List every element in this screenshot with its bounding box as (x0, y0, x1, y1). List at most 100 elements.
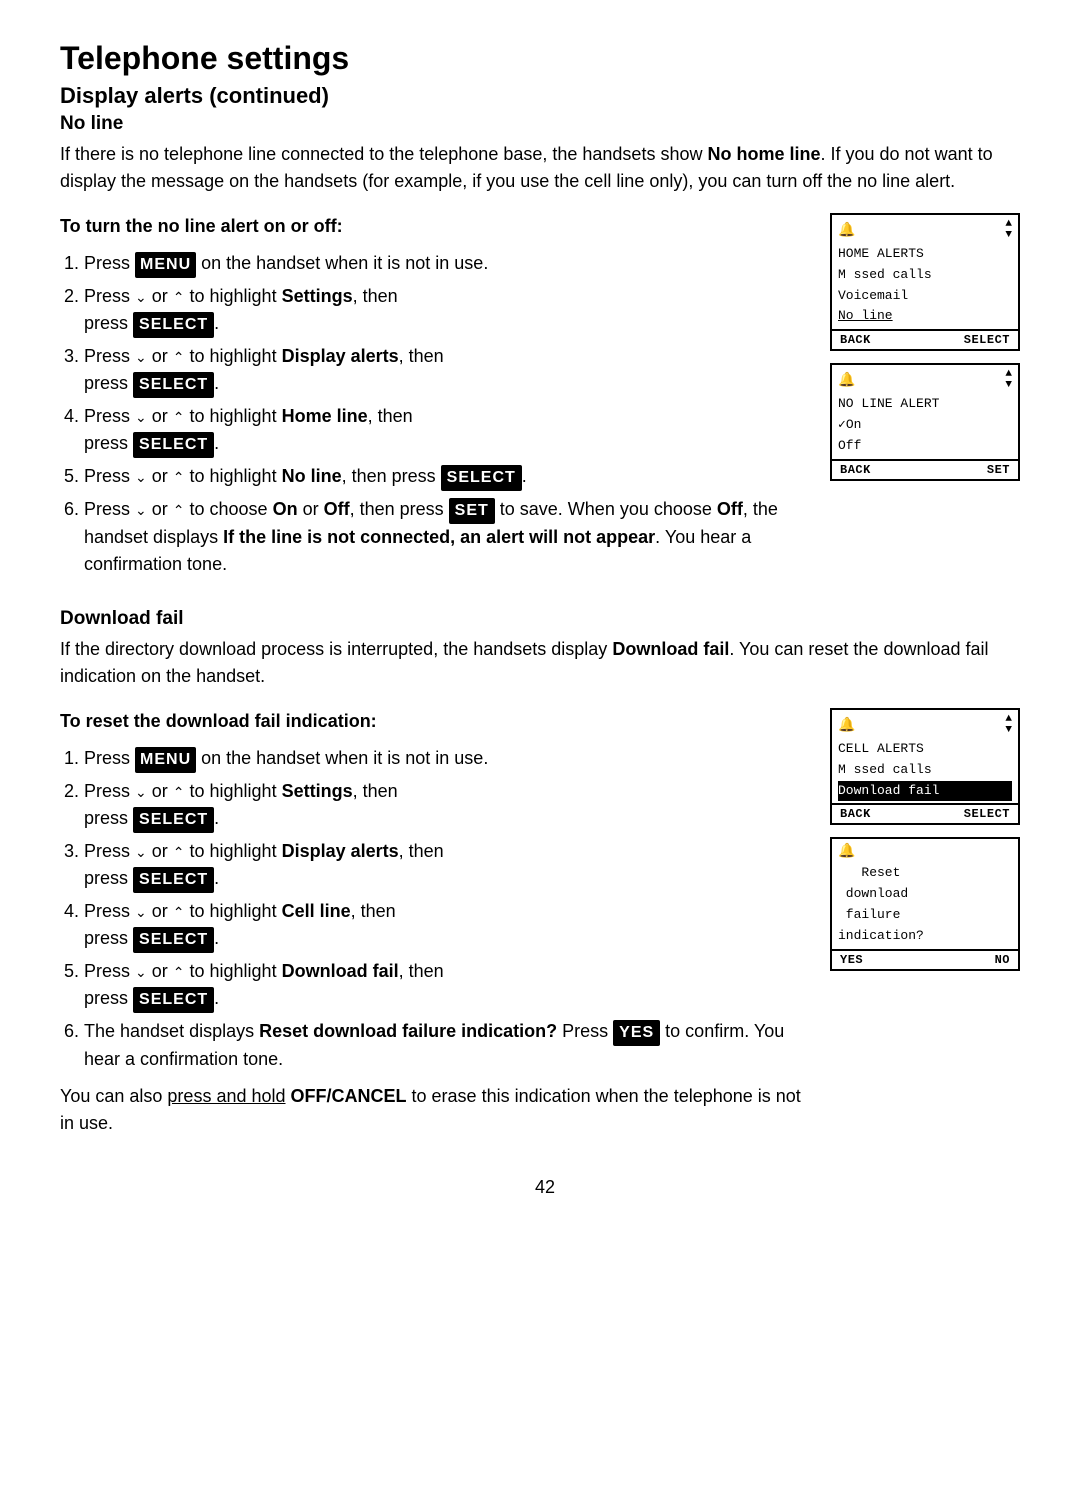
list-item: Press ⌄ or ⌃ to highlight No line, then … (84, 463, 810, 491)
yes-button-label: YES (840, 953, 863, 967)
arrow-up: ⌃ (173, 407, 185, 428)
arrow-down: ⌄ (135, 782, 147, 803)
back-button-label: BACK (840, 333, 871, 347)
arrow-up: ⌃ (173, 467, 185, 488)
download-fail-heading: Download fail (60, 608, 1030, 630)
screen-line: M ssed calls (838, 265, 1012, 286)
select-key: SELECT (133, 927, 214, 953)
screen-line: M ssed calls (838, 760, 1012, 781)
arrow-up: ⌃ (173, 500, 185, 521)
phone-screen-reset-download: 🔔 Reset download failure indication? YES… (830, 837, 1020, 970)
arrow-down-icon: ▼ (1005, 230, 1012, 241)
page-number: 42 (60, 1177, 1030, 1198)
bell-icon: 🔔 (838, 843, 855, 860)
off-cancel-text: OFF/CANCEL (291, 1086, 407, 1106)
download-fail-intro: If the directory download process is int… (60, 636, 1030, 690)
scroll-arrows: ▲ ▼ (1005, 714, 1012, 736)
no-line-steps-list: Press MENU on the handset when it is not… (84, 250, 810, 578)
scroll-arrows: ▲ ▼ (1005, 369, 1012, 391)
arrow-up: ⌃ (173, 962, 185, 983)
scroll-arrows: ▲ ▼ (1005, 219, 1012, 241)
arrow-down: ⌄ (135, 467, 147, 488)
screen-line-selected: Download fail (838, 781, 1012, 802)
download-fail-section: Download fail If the directory download … (60, 608, 1030, 690)
no-line-steps-text: To turn the no line alert on or off: Pre… (60, 213, 810, 588)
arrow-up: ⌃ (173, 782, 185, 803)
select-key: SELECT (133, 987, 214, 1013)
download-fail-screens: 🔔 ▲ ▼ CELL ALERTS M ssed calls Download … (830, 708, 1030, 1147)
no-line-section: No line If there is no telephone line co… (60, 113, 1030, 195)
screen-line: HOME ALERTS (838, 244, 1012, 265)
no-line-steps-section: To turn the no line alert on or off: Pre… (60, 213, 1030, 588)
arrow-up: ⌃ (173, 842, 185, 863)
arrow-down: ⌄ (135, 962, 147, 983)
arrow-down: ⌄ (135, 842, 147, 863)
no-line-subheading: To turn the no line alert on or off: (60, 216, 343, 236)
select-button-label: SELECT (964, 333, 1010, 347)
no-line-screens: 🔔 ▲ ▼ HOME ALERTS M ssed calls Voicemail… (830, 213, 1030, 588)
arrow-up: ⌃ (173, 347, 185, 368)
list-item: Press ⌄ or ⌃ to highlight Settings, then… (84, 283, 810, 338)
phone-screen-home-alerts: 🔔 ▲ ▼ HOME ALERTS M ssed calls Voicemail… (830, 213, 1020, 351)
arrow-down-icon: ▼ (1005, 725, 1012, 736)
page-title: Telephone settings (60, 40, 1030, 77)
bell-icon: 🔔 (838, 717, 855, 734)
phone-top-bar: 🔔 ▲ ▼ (838, 369, 1012, 391)
screen-line: failure (838, 905, 1012, 926)
phone-footer: BACK SET (832, 459, 1018, 479)
phone-footer: YES NO (832, 949, 1018, 969)
bell-icon: 🔔 (838, 372, 855, 389)
arrow-up: ⌃ (173, 287, 185, 308)
download-fail-steps-text: To reset the download fail indication: P… (60, 708, 810, 1147)
download-fail-steps-section: To reset the download fail indication: P… (60, 708, 1030, 1147)
menu-key: MENU (135, 747, 196, 773)
list-item: Press MENU on the handset when it is not… (84, 250, 810, 278)
screen-line: ✓On (838, 415, 1012, 436)
phone-screen-cell-alerts: 🔔 ▲ ▼ CELL ALERTS M ssed calls Download … (830, 708, 1020, 825)
list-item: The handset displays Reset download fail… (84, 1018, 810, 1073)
arrow-down: ⌄ (135, 902, 147, 923)
list-item: Press MENU on the handset when it is not… (84, 745, 810, 773)
list-item: Press ⌄ or ⌃ to highlight Home line, the… (84, 403, 810, 458)
select-key: SELECT (133, 432, 214, 458)
no-button-label: NO (995, 953, 1010, 967)
back-button-label: BACK (840, 807, 871, 821)
select-key: SELECT (133, 867, 214, 893)
no-line-intro: If there is no telephone line connected … (60, 141, 1030, 195)
footer-note: You can also press and hold OFF/CANCEL t… (60, 1083, 810, 1137)
screen-line: download (838, 884, 1012, 905)
list-item: Press ⌄ or ⌃ to highlight Settings, then… (84, 778, 810, 833)
arrow-down: ⌄ (135, 347, 147, 368)
list-item: Press ⌄ or ⌃ to choose On or Off, then p… (84, 496, 810, 578)
list-item: Press ⌄ or ⌃ to highlight Cell line, the… (84, 898, 810, 953)
list-item: Press ⌄ or ⌃ to highlight Display alerts… (84, 838, 810, 893)
phone-footer: BACK SELECT (832, 803, 1018, 823)
arrow-up: ⌃ (173, 902, 185, 923)
select-key: SELECT (133, 807, 214, 833)
select-key: SELECT (133, 312, 214, 338)
phone-screen-no-line-alert: 🔔 ▲ ▼ NO LINE ALERT ✓On Off BACK SET (830, 363, 1020, 480)
set-key: SET (449, 498, 495, 524)
select-key: SELECT (133, 372, 214, 398)
screen-line: Voicemail (838, 286, 1012, 307)
select-key: SELECT (441, 465, 522, 491)
list-item: Press ⌄ or ⌃ to highlight Display alerts… (84, 343, 810, 398)
press-hold-text: press and hold (167, 1086, 285, 1106)
menu-key: MENU (135, 252, 196, 278)
screen-line: NO LINE ALERT (838, 394, 1012, 415)
list-item: Press ⌄ or ⌃ to highlight Download fail,… (84, 958, 810, 1013)
arrow-down-icon: ▼ (1005, 380, 1012, 391)
no-line-heading: No line (60, 113, 1030, 135)
yes-key: YES (613, 1020, 660, 1046)
arrow-down: ⌄ (135, 500, 147, 521)
download-fail-steps-list: Press MENU on the handset when it is not… (84, 745, 810, 1073)
screen-line: indication? (838, 926, 1012, 947)
arrow-down: ⌄ (135, 407, 147, 428)
phone-top-bar: 🔔 ▲ ▼ (838, 219, 1012, 241)
bell-icon: 🔔 (838, 222, 855, 239)
screen-line: CELL ALERTS (838, 739, 1012, 760)
set-button-label: SET (987, 463, 1010, 477)
select-button-label: SELECT (964, 807, 1010, 821)
screen-line: Off (838, 436, 1012, 457)
download-fail-subheading: To reset the download fail indication: (60, 711, 377, 731)
